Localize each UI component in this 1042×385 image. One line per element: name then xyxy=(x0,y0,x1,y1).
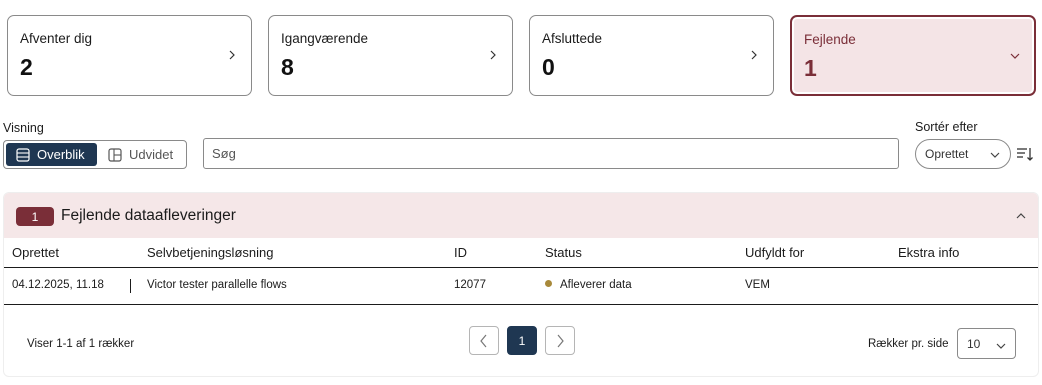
chevron-right-icon xyxy=(490,50,496,60)
list-icon xyxy=(16,147,30,162)
pagination-info: Viser 1-1 af 1 rækker xyxy=(27,338,135,350)
card-count: 8 xyxy=(281,54,294,80)
rows-per-page-label: Rækker pr. side xyxy=(868,338,949,350)
card-label: Igangværende xyxy=(281,31,369,46)
sort-value: Oprettet xyxy=(925,147,969,161)
panel-title: Fejlende dataafleveringer xyxy=(61,207,236,224)
card-failing[interactable]: Fejlende 1 xyxy=(790,15,1036,96)
cell-solution: Victor tester parallelle flows xyxy=(147,279,287,291)
status-text: Afleverer data xyxy=(560,279,632,291)
layout-icon xyxy=(108,147,122,162)
view-label: Visning xyxy=(3,121,44,135)
chevron-down-icon xyxy=(1010,53,1020,59)
view-option-label: Overblik xyxy=(37,147,85,162)
text-cursor xyxy=(130,279,131,293)
chevron-left-icon xyxy=(480,334,487,347)
previous-page-button[interactable] xyxy=(469,326,499,355)
cell-id: 12077 xyxy=(454,279,486,291)
card-label: Afventer dig xyxy=(20,31,93,46)
card-in-progress[interactable]: Igangværende 8 xyxy=(268,15,513,96)
card-count: 2 xyxy=(20,54,33,80)
next-page-button[interactable] xyxy=(545,326,575,355)
chevron-right-icon xyxy=(751,50,757,60)
chevron-down-icon xyxy=(996,343,1006,349)
count-badge: 1 xyxy=(16,207,54,226)
column-header-created[interactable]: Oprettet xyxy=(12,245,59,260)
view-toggle: Overblik Udvidet xyxy=(3,140,187,169)
table-header-divider xyxy=(4,267,1038,268)
card-label: Fejlende xyxy=(804,32,856,47)
cell-filled-for: VEM xyxy=(745,279,770,291)
card-label: Afsluttede xyxy=(542,31,603,46)
panel-header[interactable]: 1 Fejlende dataafleveringer xyxy=(4,193,1038,238)
status-dot-icon xyxy=(545,280,552,287)
sort-label: Sortér efter xyxy=(915,120,978,134)
chevron-up-icon[interactable] xyxy=(1016,211,1026,221)
card-count: 1 xyxy=(804,55,817,81)
view-option-overview[interactable]: Overblik xyxy=(6,143,97,166)
sort-select[interactable]: Oprettet xyxy=(915,139,1011,169)
cell-status: Afleverer data xyxy=(545,279,632,291)
view-option-label: Udvidet xyxy=(129,147,174,162)
cell-created: 04.12.2025, 11.18 xyxy=(12,279,104,291)
card-count: 0 xyxy=(542,54,555,80)
column-header-id[interactable]: ID xyxy=(454,245,467,260)
failing-deliveries-panel: 1 Fejlende dataafleveringer Oprettet Sel… xyxy=(3,192,1039,377)
card-completed[interactable]: Afsluttede 0 xyxy=(529,15,774,96)
page-button-current[interactable]: 1 xyxy=(507,326,537,355)
column-header-extra-info[interactable]: Ekstra info xyxy=(898,245,959,260)
status-cards: Afventer dig 2 Igangværende 8 Afsluttede… xyxy=(7,15,1036,96)
rows-per-page-value: 10 xyxy=(967,336,981,351)
rows-per-page-select[interactable]: 10 xyxy=(957,328,1016,359)
chevron-right-icon xyxy=(229,50,235,60)
chevron-right-icon xyxy=(557,334,564,347)
card-awaiting-you[interactable]: Afventer dig 2 xyxy=(7,15,252,96)
table-bottom-divider xyxy=(4,304,1038,305)
column-header-filled-for[interactable]: Udfyldt for xyxy=(745,245,804,260)
search-input[interactable] xyxy=(203,138,899,169)
view-option-expanded[interactable]: Udvidet xyxy=(104,143,184,166)
sort-descending-icon[interactable] xyxy=(1016,145,1034,163)
column-header-solution[interactable]: Selvbetjeningsløsning xyxy=(147,245,273,260)
column-header-status[interactable]: Status xyxy=(545,245,582,260)
chevron-down-icon xyxy=(990,152,1000,158)
